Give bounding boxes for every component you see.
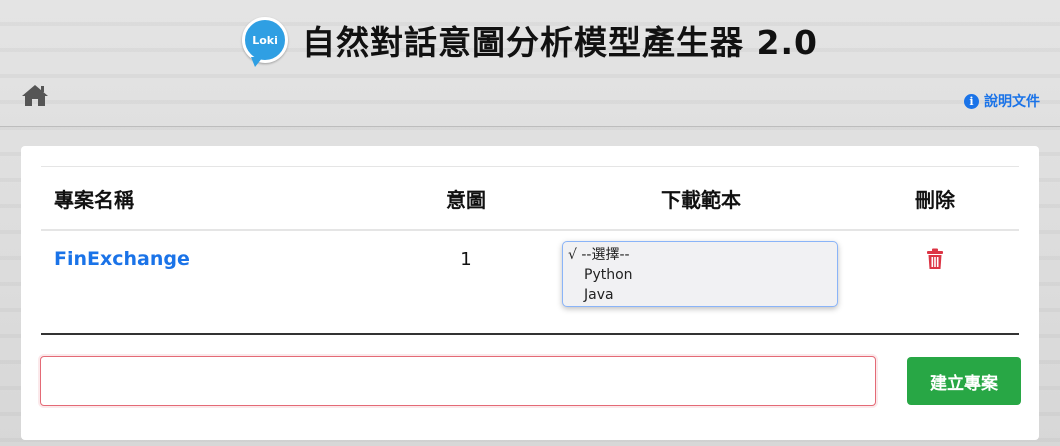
help-docs-link[interactable]: i 說明文件 [964,91,1040,111]
column-header-download: 下載範本 [661,187,741,212]
project-link[interactable]: FinExchange [54,248,190,270]
select-option-python[interactable]: Python [568,265,837,285]
select-option-choose[interactable]: √ --選擇-- [568,245,837,265]
create-project-button[interactable]: 建立專案 [907,357,1021,405]
column-header-project-name: 專案名稱 [54,187,134,212]
project-card: 專案名稱 意圖 下載範本 刪除 FinExchange 1 √ --選擇-- P… [21,146,1039,440]
project-name-cell: FinExchange [54,231,190,287]
app-header: Loki 自然對話意圖分析模型產生器 2.0 i 說明文件 [0,0,1060,127]
loki-logo: Loki [242,17,289,67]
table-header: 專案名稱 意圖 下載範本 刪除 [41,166,1019,231]
trash-icon[interactable] [926,248,944,270]
help-docs-label: 說明文件 [984,94,1040,110]
column-header-delete: 刪除 [915,187,955,212]
page-title: 自然對話意圖分析模型產生器 2.0 [302,23,818,62]
info-icon: i [964,93,979,109]
intent-count: 1 [460,248,472,270]
logo-text: Loki [252,33,278,47]
table-row: FinExchange 1 √ --選擇-- Python Java [41,231,1019,335]
delete-cell [901,231,969,287]
intent-count-cell: 1 [429,231,503,287]
select-option-java[interactable]: Java [568,285,837,305]
create-project-row: 建立專案 [40,356,1021,408]
download-template-select[interactable]: √ --選擇-- Python Java [562,241,838,307]
project-name-input[interactable] [40,356,876,406]
home-icon[interactable] [20,82,50,108]
column-header-intent: 意圖 [446,187,486,212]
project-table: 專案名稱 意圖 下載範本 刪除 FinExchange 1 √ --選擇-- P… [41,166,1019,335]
title-row: Loki 自然對話意圖分析模型產生器 2.0 [0,16,1060,67]
